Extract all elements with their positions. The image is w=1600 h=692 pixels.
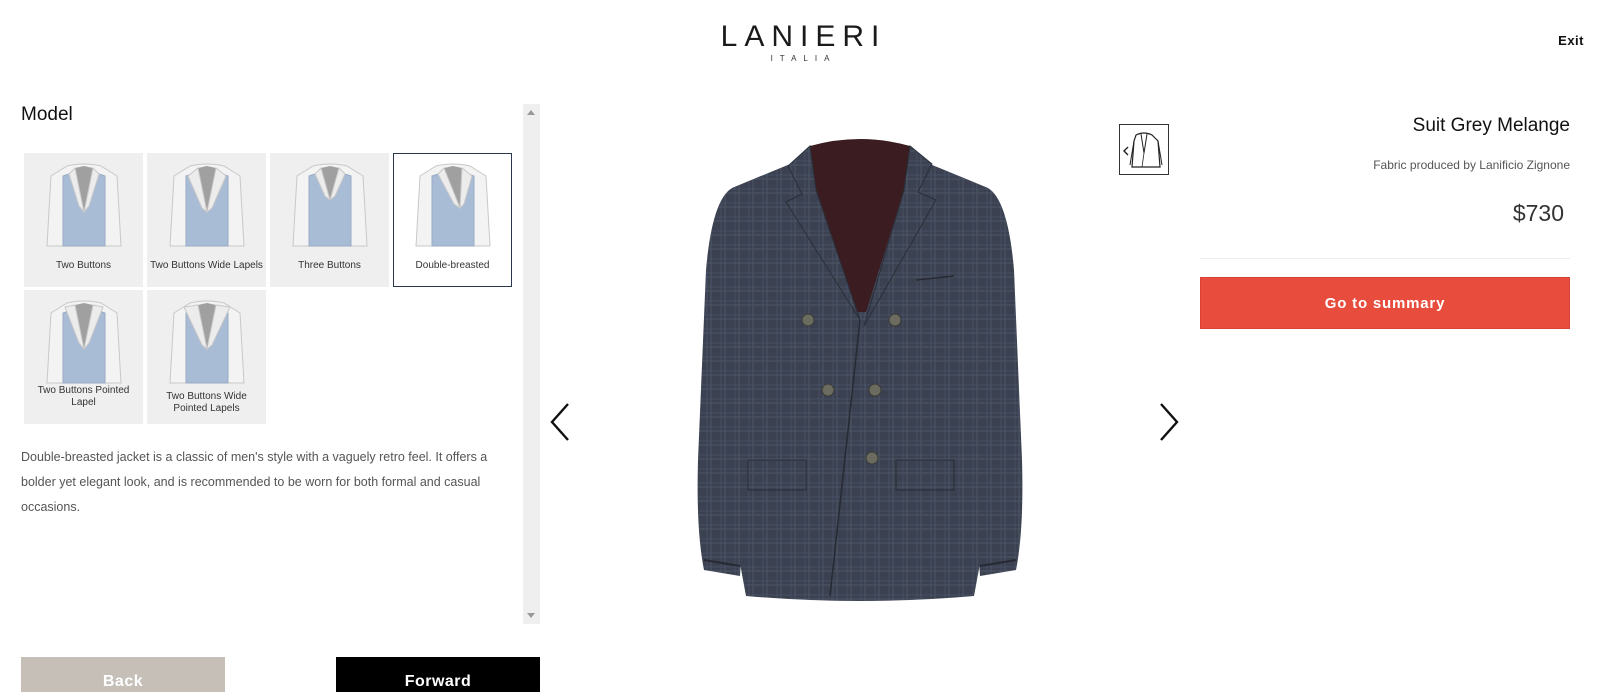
jacket-thumbnail-icon (292, 163, 368, 247)
chevron-right-icon (1160, 403, 1179, 441)
jacket-view-icon (1123, 132, 1163, 168)
option-two-buttons-pointed-lapel[interactable]: Two Buttons Pointed Lapel (24, 290, 143, 424)
chevron-left-icon (550, 403, 569, 441)
view-toggle-button[interactable] (1119, 124, 1169, 175)
option-two-buttons[interactable]: Two Buttons (24, 153, 143, 287)
options-scrollbar[interactable] (523, 104, 540, 624)
scroll-up-icon[interactable] (527, 110, 535, 115)
go-to-summary-button[interactable]: Go to summary (1200, 277, 1570, 329)
logo-text: LANIERI (720, 20, 887, 53)
brand-logo: LANIERI ITALIA (0, 20, 1600, 64)
scroll-down-icon[interactable] (527, 613, 535, 618)
jacket-thumbnail-icon (415, 163, 491, 247)
option-double-breasted[interactable]: Double-breasted (393, 153, 512, 287)
fabric-info: Fabric produced by Lanificio Zignone (1373, 158, 1570, 172)
jacket-thumbnail-icon (169, 300, 245, 384)
forward-button[interactable]: Forward (336, 657, 540, 692)
option-label: Three Buttons (298, 260, 361, 271)
jacket-preview (690, 130, 1030, 615)
next-view-button[interactable] (1155, 400, 1183, 444)
product-name: Suit Grey Melange (1412, 115, 1570, 136)
option-label: Double-breasted (415, 260, 490, 271)
model-description: Double-breasted jacket is a classic of m… (21, 450, 488, 514)
back-button[interactable]: Back (21, 657, 225, 692)
logo-subtext: ITALIA (770, 54, 837, 63)
option-label: Two Buttons Wide Lapels (150, 260, 263, 271)
model-panel: Model Two Buttons Two Buttons Wide Lapel… (21, 104, 523, 624)
jacket-preview-image (697, 139, 1023, 601)
option-two-buttons-wide-pointed-lapels[interactable]: Two Buttons Wide Pointed Lapels (147, 290, 266, 424)
exit-link[interactable]: Exit (1558, 33, 1584, 48)
jacket-thumbnail-icon (169, 163, 245, 247)
product-price: $730 (1512, 200, 1564, 226)
option-label: Two Buttons Pointed Lapel (37, 385, 130, 408)
option-three-buttons[interactable]: Three Buttons (270, 153, 389, 287)
option-label: Two Buttons (55, 260, 112, 271)
jacket-thumbnail-icon (46, 300, 122, 384)
section-title: Model (21, 104, 73, 125)
previous-view-button[interactable] (546, 400, 574, 444)
jacket-thumbnail-icon (46, 163, 122, 247)
option-two-buttons-wide-lapels[interactable]: Two Buttons Wide Lapels (147, 153, 266, 287)
option-label: Two Buttons Wide Pointed Lapels (166, 391, 247, 414)
divider (1200, 258, 1570, 259)
